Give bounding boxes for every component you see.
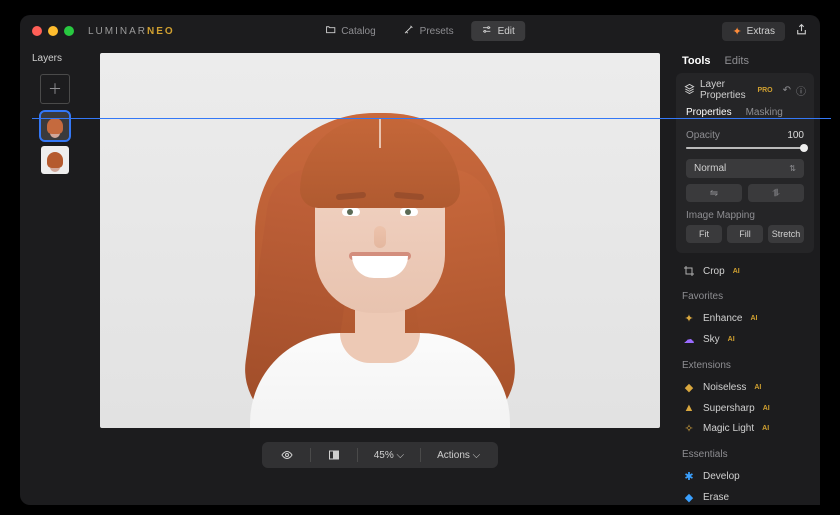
blend-mode-select[interactable]: Normal ⇅ (686, 159, 804, 178)
panel-info-button[interactable]: ⓘ (796, 83, 806, 98)
develop-icon: ✱ (682, 470, 696, 483)
magiclight-icon: ✧ (682, 422, 696, 435)
image-mapping-label: Image Mapping (686, 210, 804, 221)
reset-button[interactable]: ↶ (783, 85, 791, 96)
compare-toggle-button[interactable] (274, 447, 300, 463)
titlebar: LUMINARNEO Catalog Presets Edit (20, 15, 820, 47)
layers-sidebar: Layers ＋ (20, 47, 90, 505)
folder-icon (325, 24, 336, 38)
top-nav: Catalog Presets Edit (315, 21, 525, 41)
extras-button[interactable]: ✦ Extras (722, 22, 785, 41)
layers-title: Layers (32, 53, 62, 64)
sliders-icon (482, 24, 493, 38)
nav-catalog[interactable]: Catalog (315, 21, 385, 41)
tool-enhance[interactable]: ✦ Enhance AI (682, 308, 808, 329)
erase-icon: ◆ (682, 491, 696, 504)
actions-menu[interactable]: Actions ⌵ (431, 448, 486, 463)
tool-crop[interactable]: Crop AI (682, 261, 808, 281)
subtab-masking[interactable]: Masking (746, 107, 783, 118)
tool-erase[interactable]: ◆ Erase (682, 487, 808, 505)
tool-sky[interactable]: ☁ Sky AI (682, 329, 808, 350)
layer-thumbnail-2[interactable] (41, 146, 69, 174)
eye-icon (280, 449, 294, 461)
tool-develop[interactable]: ✱ Develop (682, 466, 808, 487)
noiseless-icon: ◆ (682, 381, 696, 394)
tool-magiclight[interactable]: ✧ Magic Light AI (682, 418, 808, 439)
group-favorites: Favorites (682, 291, 808, 302)
flip-h-icon: ⇋ (710, 188, 718, 199)
portrait-image (200, 88, 560, 428)
opacity-value: 100 (787, 130, 804, 141)
layers-icon (684, 83, 695, 97)
tool-noiseless[interactable]: ◆ Noiseless AI (682, 377, 808, 398)
share-button[interactable] (795, 23, 808, 39)
tools-list: Crop AI Favorites ✦ Enhance AI ☁ Sky AI … (670, 261, 820, 505)
cloud-icon: ☁ (682, 333, 696, 346)
chevron-updown-icon: ⇅ (789, 164, 796, 173)
app-brand: LUMINARNEO (88, 26, 175, 37)
opacity-label: Opacity (686, 130, 720, 141)
canvas-toolbar: 45% ⌵ Actions ⌵ (262, 442, 499, 468)
layer-properties-panel: Layer Properties PRO ↶ ⓘ Properties Mask… (676, 73, 814, 253)
before-after-button[interactable] (321, 447, 347, 463)
flip-v-icon: ⥮ (772, 188, 779, 199)
layer-thumbnail-1[interactable] (41, 112, 69, 140)
map-fit-button[interactable]: Fit (686, 225, 722, 243)
add-layer-button[interactable]: ＋ (40, 74, 70, 104)
map-stretch-button[interactable]: Stretch (768, 225, 804, 243)
tab-edits[interactable]: Edits (725, 55, 749, 67)
supersharp-icon: ▲ (682, 402, 696, 414)
zoom-window-button[interactable] (64, 26, 74, 36)
close-window-button[interactable] (32, 26, 42, 36)
tab-tools[interactable]: Tools (682, 55, 711, 67)
map-fill-button[interactable]: Fill (727, 225, 763, 243)
split-view-icon (327, 449, 341, 461)
opacity-slider[interactable] (686, 143, 804, 153)
crop-icon (682, 265, 696, 277)
sparkle-icon: ✦ (682, 312, 696, 325)
group-essentials: Essentials (682, 449, 808, 460)
zoom-select[interactable]: 45% ⌵ (368, 448, 410, 463)
app-window: LUMINARNEO Catalog Presets Edit (20, 15, 820, 505)
right-panel: Tools Edits Layer Properties PRO ↶ ⓘ Pro… (670, 47, 820, 505)
nav-edit[interactable]: Edit (472, 21, 525, 41)
nav-presets[interactable]: Presets (394, 21, 464, 41)
flip-vertical-button[interactable]: ⥮ (748, 184, 804, 202)
tool-supersharp[interactable]: ▲ Supersharp AI (682, 398, 808, 418)
image-canvas[interactable] (100, 53, 660, 428)
right-panel-tabs: Tools Edits (670, 47, 820, 73)
wand-icon (404, 24, 415, 38)
minimize-window-button[interactable] (48, 26, 58, 36)
flip-horizontal-button[interactable]: ⇋ (686, 184, 742, 202)
panel-title: Layer Properties (700, 79, 752, 101)
subtab-properties[interactable]: Properties (686, 107, 732, 118)
group-extensions: Extensions (682, 360, 808, 371)
pro-badge: PRO (757, 87, 772, 94)
puzzle-icon: ✦ (732, 25, 741, 38)
canvas-area: 45% ⌵ Actions ⌵ (90, 47, 670, 505)
